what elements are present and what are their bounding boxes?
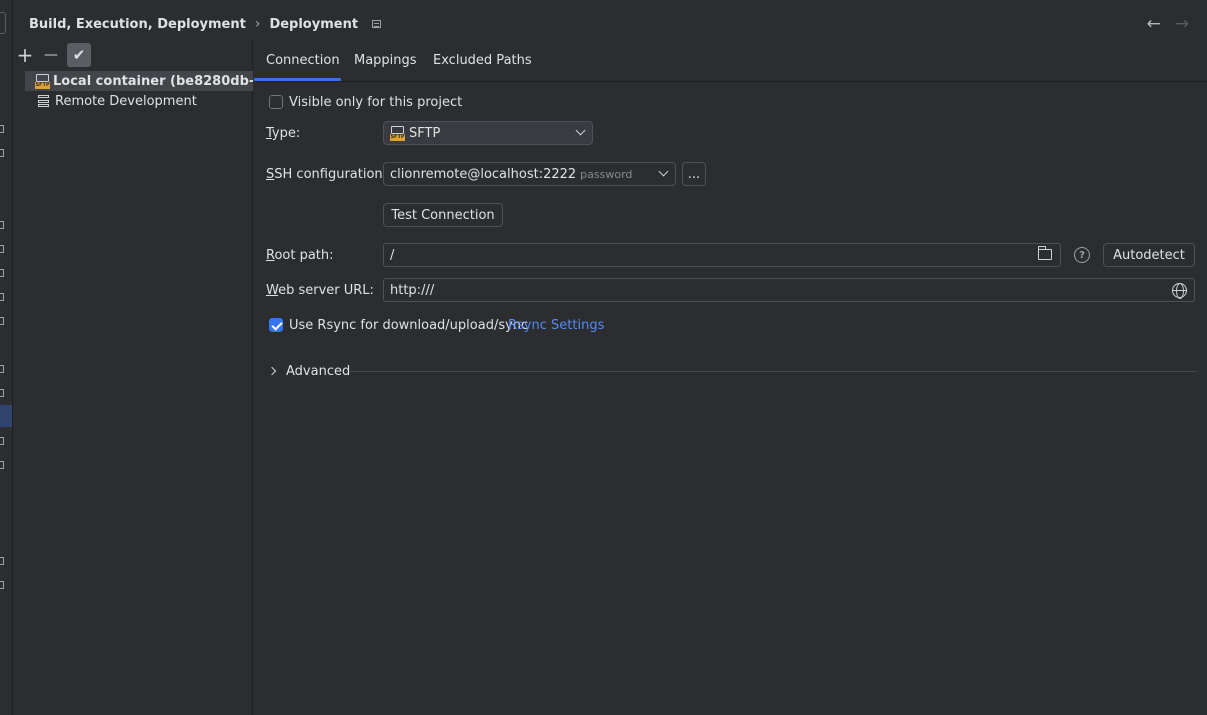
- forward-arrow-icon[interactable]: →: [1175, 14, 1189, 34]
- use-rsync-checkbox[interactable]: [269, 318, 283, 332]
- add-server-button[interactable]: +: [13, 43, 37, 67]
- web-server-url-input[interactable]: http:///: [383, 278, 1195, 302]
- ssh-auth-hint: password: [580, 167, 633, 181]
- ssh-configuration-value: clionremote@localhost:2222: [390, 166, 577, 182]
- server-item-local-container[interactable]: SFTP Local container (be8280db-0c52-: [25, 71, 253, 91]
- rsync-settings-link[interactable]: Rsync Settings: [508, 318, 604, 333]
- config-tabs: Connection Mappings Excluded Paths: [254, 40, 1207, 82]
- breadcrumb-parent[interactable]: Build, Execution, Deployment: [29, 17, 246, 32]
- servers-toolbar: + — ✔: [13, 42, 93, 68]
- active-tab-indicator: [254, 78, 341, 81]
- tree-node-marker[interactable]: [0, 149, 4, 157]
- use-rsync-label[interactable]: Use Rsync for download/upload/sync: [289, 318, 528, 333]
- chevron-down-icon: [658, 166, 669, 177]
- section-divider: [350, 371, 1197, 372]
- tree-node-marker[interactable]: [0, 437, 4, 445]
- settings-tree-edge: [0, 0, 13, 715]
- tree-node-marker[interactable]: [0, 293, 4, 301]
- server-config-panel: Connection Mappings Excluded Paths Visib…: [254, 40, 1207, 715]
- visible-only-label[interactable]: Visible only for this project: [289, 95, 462, 110]
- tree-node-marker[interactable]: [0, 389, 4, 397]
- tree-node-marker[interactable]: [0, 365, 4, 373]
- sftp-icon: SFTP: [390, 125, 405, 141]
- server-icon: [38, 95, 49, 107]
- root-path-input[interactable]: /: [383, 243, 1061, 267]
- history-navigation: ← →: [1147, 14, 1190, 34]
- tree-node-marker[interactable]: [0, 461, 4, 469]
- tree-node-marker[interactable]: [0, 269, 4, 277]
- type-value: SFTP: [409, 125, 441, 141]
- ssh-configuration-label: SSH configuration:: [266, 167, 388, 182]
- type-label: Type:: [266, 126, 301, 141]
- servers-list-panel: + — ✔ SFTP Local container (be8280db-0c5…: [13, 40, 253, 715]
- ssh-configurations-more-button[interactable]: ...: [682, 162, 706, 186]
- advanced-section-toggle[interactable]: Advanced: [286, 364, 350, 379]
- test-connection-button[interactable]: Test Connection: [383, 203, 503, 227]
- ssh-configuration-dropdown[interactable]: clionremote@localhost:2222 password: [383, 162, 676, 186]
- back-arrow-icon[interactable]: ←: [1147, 14, 1161, 34]
- web-server-url-label: Web server URL:: [266, 283, 374, 298]
- remove-server-button[interactable]: —: [39, 43, 63, 67]
- server-item-remote-development[interactable]: Remote Development: [25, 91, 197, 111]
- web-server-url-value: http:///: [390, 282, 435, 298]
- tab-excluded-paths[interactable]: Excluded Paths: [433, 53, 532, 68]
- autodetect-button[interactable]: Autodetect: [1103, 243, 1195, 267]
- breadcrumb-current: Deployment: [269, 16, 359, 32]
- tree-node-selected-edge[interactable]: [0, 405, 12, 427]
- deployment-settings-window: Build, Execution, Deployment › Deploymen…: [0, 0, 1207, 715]
- tree-node-marker[interactable]: [0, 317, 4, 325]
- globe-icon[interactable]: [1172, 283, 1187, 299]
- breadcrumb-separator-icon: ›: [254, 16, 261, 32]
- folder-icon[interactable]: [1038, 246, 1052, 260]
- tree-node-marker[interactable]: [0, 125, 4, 133]
- sftp-server-icon: SFTP: [35, 73, 50, 89]
- visible-only-checkbox[interactable]: [269, 95, 283, 109]
- server-item-label: Remote Development: [55, 93, 197, 109]
- root-path-label: Root path:: [266, 248, 334, 263]
- breadcrumb: Build, Execution, Deployment › Deploymen…: [29, 16, 382, 32]
- tree-node-marker[interactable]: [0, 557, 4, 565]
- tab-mappings[interactable]: Mappings: [354, 53, 417, 68]
- chevron-down-icon: [575, 125, 586, 136]
- tree-node-marker[interactable]: [0, 581, 4, 589]
- chevron-right-icon[interactable]: [267, 366, 277, 376]
- tree-node-marker[interactable]: [0, 245, 4, 253]
- tree-node-marker[interactable]: [0, 221, 4, 229]
- use-as-default-button[interactable]: ✔: [67, 43, 91, 67]
- tab-connection[interactable]: Connection: [266, 53, 340, 68]
- server-item-label: Local container (be8280db-0c52-: [53, 73, 253, 89]
- type-dropdown[interactable]: SFTP SFTP: [383, 121, 593, 145]
- page-menu-icon[interactable]: [372, 20, 382, 28]
- help-icon[interactable]: ?: [1074, 247, 1090, 263]
- root-path-value: /: [390, 247, 395, 263]
- settings-search-field-edge[interactable]: [0, 12, 6, 34]
